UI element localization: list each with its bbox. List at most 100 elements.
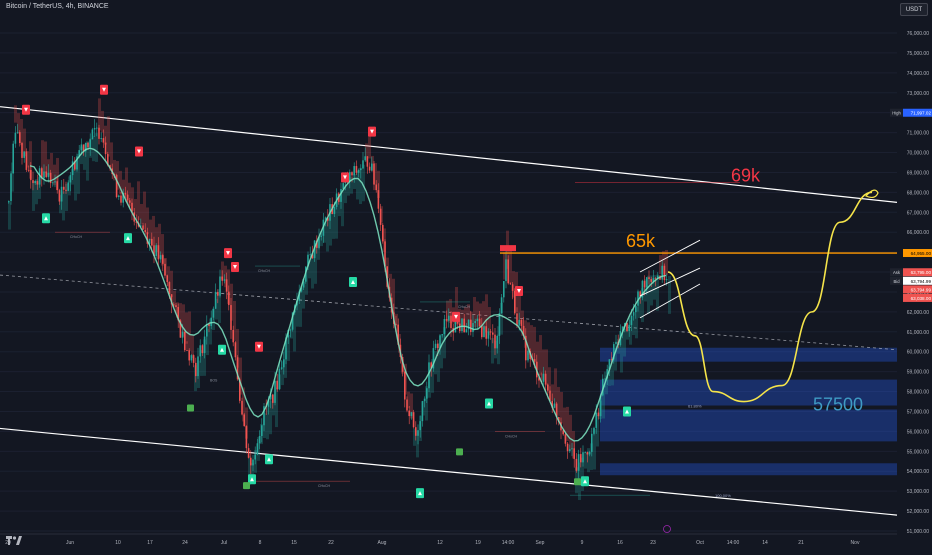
price-tag-value: 63,038.00 [911,296,932,301]
candle-body [463,318,465,333]
candle-body [582,452,584,463]
candle-body [65,189,67,191]
cloud-band [293,311,296,352]
candle-body [426,388,428,399]
candle-body [89,139,91,148]
candle-body [195,362,197,377]
cloud-band [98,98,101,131]
candle-body [175,305,177,308]
candle-body [353,166,355,176]
candle-body [280,367,283,369]
candle-body [569,449,571,452]
candle-body [360,168,362,171]
price-tick-label: 74,000.00 [907,71,929,77]
candle-body [126,194,129,201]
candle-body [351,172,353,176]
candle-body [597,412,600,417]
candle-body [470,319,472,333]
candle-body [164,263,166,276]
candle-body [544,373,547,385]
candle-body [14,132,17,144]
candle-body [443,319,446,335]
cloud-band [107,116,110,157]
target-69k-label: 69k [731,165,761,185]
time-tick-label: Oct [696,540,704,546]
candle-body [375,184,377,191]
candle-body [333,206,336,214]
candle-body [419,421,421,431]
candle-body [580,454,582,463]
candle-body [373,163,375,185]
candle-body [25,151,28,170]
price-tick-label: 76,000.00 [907,31,929,37]
candle-body [511,284,514,291]
cloud-band [665,249,668,276]
candle-body [162,255,164,264]
candle-body [573,448,575,459]
candle-body [221,276,223,281]
candle-body [382,224,384,242]
candle-body [646,277,648,288]
candle-body [379,208,382,225]
cloud-band [110,142,113,169]
currency-selector[interactable]: USDT [900,3,928,16]
time-tick-label: 14 [762,540,768,546]
tradingview-logo-icon [6,536,22,545]
cloud-band [8,202,11,230]
price-tag-value: 63,794.99 [911,287,932,292]
candle-body [553,403,556,408]
candle-body [245,426,248,449]
candle-body [498,313,501,336]
candle-body [496,335,498,349]
price-tag-value: 63,795.00 [911,270,932,275]
high-flag-marker [500,245,516,252]
small-buy-marker [187,404,194,412]
candle-body [408,410,410,417]
candle-body [366,156,369,167]
resistance-65k-label: 65k [626,231,656,251]
cloud-band [509,251,512,284]
chart-canvas[interactable]: CHoCH CHoCH CHoCH CHoCH CHoCH BOS 61.80% 100.00… [0,0,932,550]
candle-body [151,238,153,246]
candle-body [507,259,509,284]
candle-body [454,321,457,333]
candle-body [509,283,512,285]
candle-body [241,400,243,415]
price-tick-label: 57,000.00 [907,409,929,415]
candle-body [247,448,250,458]
candle-body [47,172,50,178]
price-tick-label: 68,000.00 [907,190,929,196]
time-tick-label: 14:00 [727,540,740,546]
candle-body [225,279,228,292]
candle-body [250,457,252,466]
cloud-band [557,386,560,416]
candle-body [197,356,199,377]
candle-body [406,399,408,411]
cloud-band [62,191,65,221]
candle-body [593,427,595,434]
candle-body [362,160,364,169]
candle-body [8,201,10,203]
structure-label: BOS [210,379,218,383]
candle-body [377,190,380,209]
price-tick-label: 66,000.00 [907,230,929,236]
cloud-band [560,391,563,424]
candle-body [476,318,479,322]
candle-body [665,279,668,281]
candle-body [243,414,245,427]
candle-body [487,331,490,339]
candle-body [27,169,30,171]
small-buy-marker [243,482,250,490]
price-tick-label: 69,000.00 [907,170,929,176]
price-tick-label: 60,000.00 [907,350,929,356]
candle-body [485,326,487,339]
time-tick-label: 23 [650,540,656,546]
price-tag-value: 71,997.02 [911,111,932,116]
symbol-legend[interactable]: Bitcoin / TetherUS, 4h, BINANCE [6,3,109,10]
cloud-band [188,311,191,351]
candle-body [157,245,160,260]
candle-body [533,359,536,362]
candle-body [423,398,426,402]
cloud-band [539,335,542,376]
price-chart[interactable]: CHoCH CHoCH CHoCH CHoCH CHoCH BOS 61.80% 100.00… [0,0,932,550]
